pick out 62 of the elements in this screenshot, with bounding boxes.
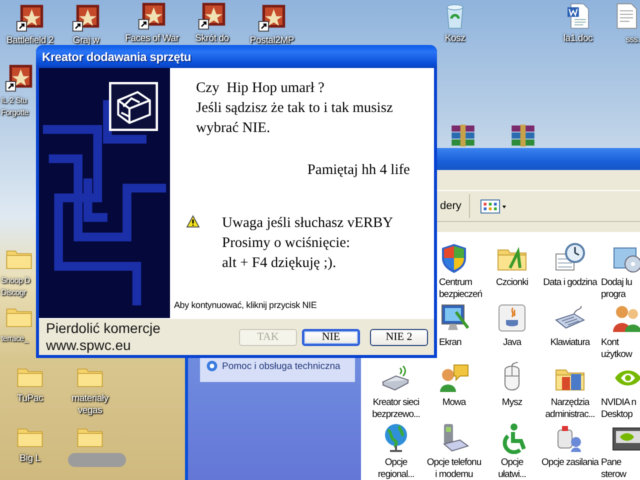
dialog-button[interactable]: NIE — [302, 328, 360, 346]
control-panel-item[interactable]: Klawiatura — [541, 302, 599, 361]
icon-label: Battlefield 2 — [6, 35, 54, 47]
java-icon — [496, 302, 528, 334]
icon-label: Forgotte — [1, 107, 28, 119]
control-panel-item[interactable]: Kont użytkow — [599, 302, 640, 361]
speech-icon — [438, 362, 470, 394]
control-panel-item[interactable]: Narzędzia administrac... — [541, 362, 599, 421]
help-icon — [206, 360, 218, 372]
control-panel-item[interactable]: Dodaj lu progra — [599, 242, 640, 301]
icon-label: sss. — [626, 33, 640, 45]
icon-label: materiały — [72, 393, 108, 405]
folders-button[interactable]: dery — [440, 200, 462, 212]
icon-label: Skrót do — [195, 33, 229, 45]
shortcut-icon — [258, 4, 286, 32]
icon-label: Discogr — [1, 287, 26, 299]
control-panel-item[interactable]: Opcje zasilania — [541, 422, 599, 480]
shortcut-icon — [72, 4, 100, 32]
icon-label: Big L — [20, 453, 40, 465]
icon-label: Snoop D — [1, 275, 30, 287]
icon-label: Graj w — [72, 35, 100, 47]
shortcut-icon — [16, 4, 44, 32]
control-panel-item[interactable]: Ekran — [425, 302, 483, 361]
window-title: Kreator dodawania sprzętu — [42, 50, 192, 64]
control-panel-item[interactable]: Kreator sieci bezprzewo... — [367, 362, 425, 421]
icon-label: IL-2 Stu — [1, 95, 27, 107]
footer-text: www.spwc.eu — [46, 337, 132, 354]
control-panel-item[interactable]: Opcje telefonu i modemu — [425, 422, 483, 480]
icon-label: Faces of War — [125, 33, 179, 45]
control-panel-item[interactable]: NVIDIA n Desktop — [599, 362, 640, 421]
control-panel-item[interactable]: Pane sterow — [599, 422, 640, 480]
shortcut-icon — [198, 2, 226, 30]
message-text: Czy Hip Hop umarł ? — [196, 79, 326, 98]
icon-label: vegas — [78, 405, 102, 417]
control-panel-item[interactable]: Opcje regional... — [367, 422, 425, 480]
view-menu-icon — [480, 198, 508, 214]
icon-label: TuPac — [16, 393, 44, 405]
reminder-text: Pamiętaj hh 4 life — [307, 161, 410, 180]
control-panel-item[interactable]: Java — [483, 302, 541, 361]
message-text: Jeśli sądzisz że tak to i tak musisz — [196, 99, 394, 118]
control-panel-item[interactable]: Data i godzina — [541, 242, 599, 301]
control-panel-item[interactable]: Centrum bezpieczeń — [425, 242, 483, 301]
hardware-icon — [109, 82, 158, 131]
message-text: wybrać NIE. — [196, 119, 272, 138]
control-panel-item[interactable]: Mysz — [483, 362, 541, 421]
shortcut-icon — [5, 64, 33, 92]
icon-label: Postal2MP — [250, 35, 294, 47]
help-link[interactable]: Pomoc i obsługa techniczna — [222, 360, 340, 372]
warning-text: Prosimy o wciśnięcie: — [222, 234, 352, 253]
hint-text: Aby kontynuować, kliknij przycisk NIE — [174, 300, 318, 310]
warning-text: Uwaga jeśli słuchasz vERBY — [222, 214, 394, 233]
control-panel-item[interactable]: Mowa — [425, 362, 483, 421]
control-panel-item[interactable]: Czcionki — [483, 242, 541, 301]
footer-text: Pierdolić komercje — [46, 320, 160, 337]
icon-label: la1.doc — [563, 33, 593, 45]
icon-label: Kosz — [444, 33, 466, 45]
control-panel-item[interactable]: Opcje ułatwi... — [483, 422, 541, 480]
warning-text: alt + F4 dziękuję ;). — [222, 254, 338, 273]
warning-icon — [186, 215, 200, 228]
icon-label: terrace_ — [1, 333, 28, 345]
shortcut-icon — [138, 2, 166, 30]
dialog-button[interactable]: NIE 2 — [370, 328, 428, 346]
